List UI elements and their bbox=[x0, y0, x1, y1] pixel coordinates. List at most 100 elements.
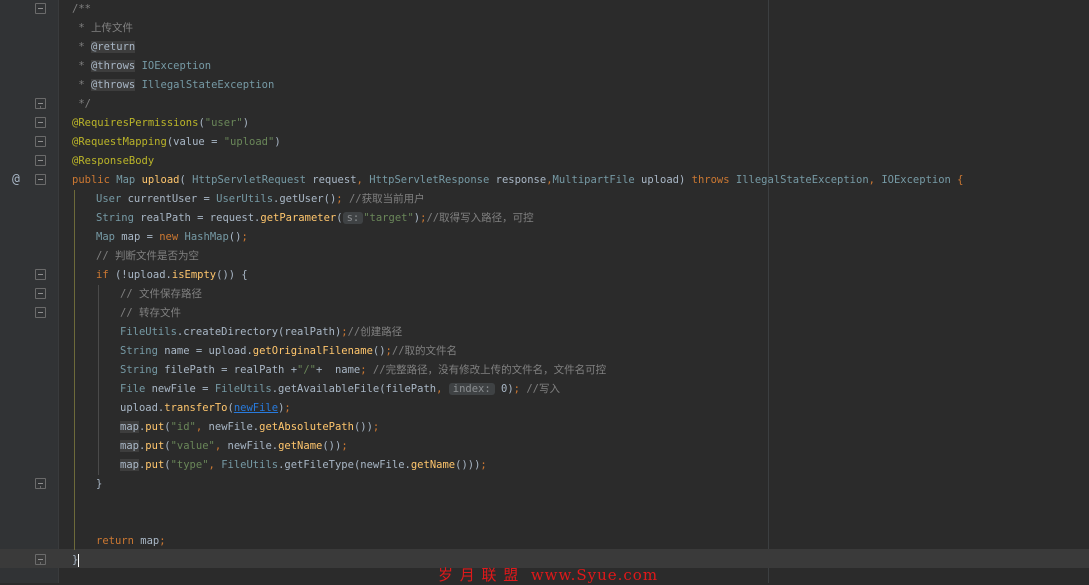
code-token: "type" bbox=[170, 459, 209, 471]
code-token: map bbox=[120, 421, 139, 433]
code-token: */ bbox=[72, 98, 91, 110]
fold-toggle-icon[interactable] bbox=[35, 136, 46, 147]
code-token: @ResponseBody bbox=[72, 155, 155, 167]
code-token: ; bbox=[336, 193, 349, 205]
code-token: ( bbox=[336, 212, 343, 224]
fold-toggle-icon[interactable] bbox=[35, 117, 46, 128]
code-line[interactable]: @RequiresPermissions("user") bbox=[0, 114, 1089, 133]
code-token: * bbox=[72, 41, 91, 53]
code-token: /** bbox=[72, 3, 91, 15]
code-token: 0) bbox=[494, 383, 514, 395]
code-token: //取得写入路径，可控 bbox=[426, 212, 534, 224]
code-line[interactable]: FileUtils.createDirectory(realPath);//创建… bbox=[0, 323, 1089, 342]
code-text: String name = upload.getOriginalFilename… bbox=[120, 344, 457, 359]
code-token: ; bbox=[241, 231, 248, 243]
fold-toggle-icon[interactable] bbox=[35, 478, 46, 489]
parameter-hint: index: bbox=[448, 383, 495, 395]
parameter-hint: s: bbox=[342, 212, 364, 224]
code-text: * @throws IOException bbox=[72, 59, 211, 74]
code-token: Map bbox=[96, 231, 122, 243]
code-token: , bbox=[195, 421, 209, 433]
code-token: @RequestMapping bbox=[72, 136, 167, 148]
code-line[interactable]: */ bbox=[0, 95, 1089, 114]
code-line[interactable]: Map map = new HashMap(); bbox=[0, 228, 1089, 247]
code-token: ; bbox=[372, 421, 380, 433]
fold-toggle-icon[interactable] bbox=[35, 155, 46, 166]
code-token: map bbox=[120, 459, 139, 471]
code-token: createDirectory(realPath) bbox=[183, 326, 342, 338]
code-token: String bbox=[96, 212, 141, 224]
fold-toggle-icon[interactable] bbox=[35, 3, 46, 14]
code-line[interactable]: * 上传文件 bbox=[0, 19, 1089, 38]
code-line[interactable]: // 判断文件是否为空 bbox=[0, 247, 1089, 266]
code-line[interactable]: User currentUser = UserUtils.getUser(); … bbox=[0, 190, 1089, 209]
code-text: return map; bbox=[96, 534, 166, 549]
fold-toggle-icon[interactable] bbox=[35, 269, 46, 280]
code-token: File bbox=[120, 383, 152, 395]
code-token: upload bbox=[141, 174, 180, 186]
code-token: (value = bbox=[166, 136, 224, 148]
fold-toggle-icon[interactable] bbox=[35, 288, 46, 299]
code-text: */ bbox=[72, 97, 91, 112]
code-token: FileUtils bbox=[214, 383, 272, 395]
code-line[interactable]: /** bbox=[0, 0, 1089, 19]
fold-toggle-icon[interactable] bbox=[35, 307, 46, 318]
code-line[interactable]: map.put("value", newFile.getName()); bbox=[0, 437, 1089, 456]
code-token: put bbox=[145, 459, 165, 471]
code-token: { bbox=[957, 174, 964, 186]
code-line[interactable]: @RequestMapping(value = "upload") bbox=[0, 133, 1089, 152]
code-text: map.put("value", newFile.getName()); bbox=[120, 439, 348, 454]
code-token: , bbox=[208, 459, 222, 471]
code-token: currentUser = bbox=[127, 193, 217, 205]
code-token: response bbox=[495, 174, 547, 186]
code-token: //写入 bbox=[526, 383, 560, 395]
code-line[interactable]: @ResponseBody bbox=[0, 152, 1089, 171]
code-line[interactable] bbox=[0, 513, 1089, 532]
code-text: } bbox=[96, 477, 102, 492]
code-line[interactable]: upload.transferTo(newFile); bbox=[0, 399, 1089, 418]
code-token: String bbox=[120, 345, 165, 357]
code-token: , bbox=[214, 440, 228, 452]
code-token: () bbox=[228, 231, 242, 243]
code-token: upload. bbox=[120, 402, 165, 414]
code-token: HashMap bbox=[184, 231, 229, 243]
code-text: User currentUser = UserUtils.getUser(); … bbox=[96, 192, 425, 207]
code-line[interactable]: * @return bbox=[0, 38, 1089, 57]
fold-toggle-icon[interactable] bbox=[35, 174, 46, 185]
code-token: , bbox=[356, 174, 370, 186]
code-line[interactable]: File newFile = FileUtils.getAvailableFil… bbox=[0, 380, 1089, 399]
code-line[interactable]: return map; bbox=[0, 532, 1089, 551]
fold-toggle-icon[interactable] bbox=[35, 98, 46, 109]
code-token: ; bbox=[360, 364, 373, 376]
code-line[interactable]: // 文件保存路径 bbox=[0, 285, 1089, 304]
code-line[interactable]: @ public Map upload( HttpServletRequest r… bbox=[0, 171, 1089, 190]
code-line[interactable]: if (!upload.isEmpty()) { bbox=[0, 266, 1089, 285]
override-marker-icon[interactable]: @ bbox=[12, 172, 20, 187]
code-token: "user" bbox=[204, 117, 243, 129]
code-line[interactable]: map.put("id", newFile.getAbsolutePath())… bbox=[0, 418, 1089, 437]
code-token: MultipartFile bbox=[552, 174, 642, 186]
code-text: if (!upload.isEmpty()) { bbox=[96, 268, 248, 283]
code-token: name = upload. bbox=[164, 345, 253, 357]
code-line[interactable]: String name = upload.getOriginalFilename… bbox=[0, 342, 1089, 361]
fold-toggle-icon[interactable] bbox=[35, 554, 46, 565]
variable-reference[interactable]: newFile bbox=[234, 402, 278, 414]
code-line[interactable]: String realPath = request.getParameter(s… bbox=[0, 209, 1089, 228]
code-token: , bbox=[868, 174, 882, 186]
code-token: ()) { bbox=[216, 269, 248, 281]
code-token: getName bbox=[278, 440, 323, 452]
code-token: ) bbox=[242, 117, 250, 129]
code-line[interactable]: * @throws IllegalStateException bbox=[0, 76, 1089, 95]
code-line[interactable] bbox=[0, 494, 1089, 513]
code-token: put bbox=[145, 440, 165, 452]
code-editor[interactable]: /** * 上传文件 * @return * @throws IOExcepti… bbox=[0, 0, 1089, 583]
code-line[interactable]: * @throws IOException bbox=[0, 57, 1089, 76]
code-line[interactable]: map.put("type", FileUtils.getFileType(ne… bbox=[0, 456, 1089, 475]
code-line[interactable]: } bbox=[0, 475, 1089, 494]
code-text: * @return bbox=[72, 40, 136, 55]
code-line[interactable]: String filePath = realPath +"/"+ name; /… bbox=[0, 361, 1089, 380]
code-text: FileUtils.createDirectory(realPath);//创建… bbox=[120, 325, 402, 340]
code-token: //创建路径 bbox=[347, 326, 403, 338]
code-line[interactable]: // 转存文件 bbox=[0, 304, 1089, 323]
code-text: public Map upload( HttpServletRequest re… bbox=[72, 173, 964, 188]
